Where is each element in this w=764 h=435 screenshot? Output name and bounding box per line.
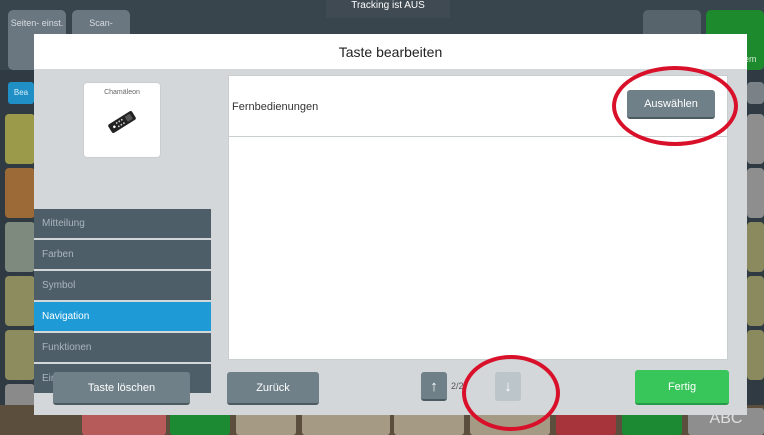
select-button[interactable]: Auswählen [627,90,715,119]
delete-key-button[interactable]: Taste löschen [53,372,190,405]
bg-cell [5,222,35,272]
menu-item-funktionen[interactable]: Funktionen [34,333,211,362]
bg-cell [5,330,35,380]
page-down-button[interactable]: ↓ [495,372,521,401]
bg-cell [747,168,764,218]
bg-cell [747,330,764,380]
bg-edit-tab: Bea [8,82,34,104]
navigation-content: Fernbedienungen Auswählen [228,75,728,360]
remote-control-icon [106,111,138,138]
arrow-up-icon: ↑ [430,378,438,395]
menu-item-farben[interactable]: Farben [34,240,211,269]
page-indicator: 2/2 [451,381,464,391]
remote-controls-label: Fernbedienungen [232,101,319,113]
page-up-button[interactable]: ↑ [421,372,447,401]
dialog-title: Taste bearbeiten [338,43,443,60]
edit-key-dialog: Taste bearbeiten Chamäleon Mitteilung Fa… [34,34,747,415]
dialog-right-panel: Fernbedienungen Auswählen Zurück ↑ 2/2 ↓… [211,70,747,415]
menu-item-symbol[interactable]: Symbol [34,271,211,300]
bg-cell [5,114,35,164]
bg-cell [747,82,764,104]
done-button[interactable]: Fertig [635,370,729,405]
dialog-left-panel: Chamäleon Mitteilung Farben Symbol Navig… [34,70,218,415]
key-preview-label: Chamäleon [104,89,140,96]
bg-cell [5,168,35,218]
bg-cell [747,276,764,326]
bg-cell [5,276,35,326]
back-button[interactable]: Zurück [227,372,319,405]
key-preview: Chamäleon [84,83,160,157]
menu-item-mitteilung[interactable]: Mitteilung [34,209,211,238]
dialog-header: Taste bearbeiten [34,34,747,70]
menu-item-navigation[interactable]: Navigation [34,302,218,331]
tracking-status: Tracking ist AUS [326,0,450,18]
arrow-down-icon: ↓ [504,378,512,395]
bg-cell [747,114,764,164]
list-item: Fernbedienungen Auswählen [229,76,727,137]
dialog-menu: Mitteilung Farben Symbol Navigation Funk… [34,209,218,395]
bg-cell [747,222,764,272]
